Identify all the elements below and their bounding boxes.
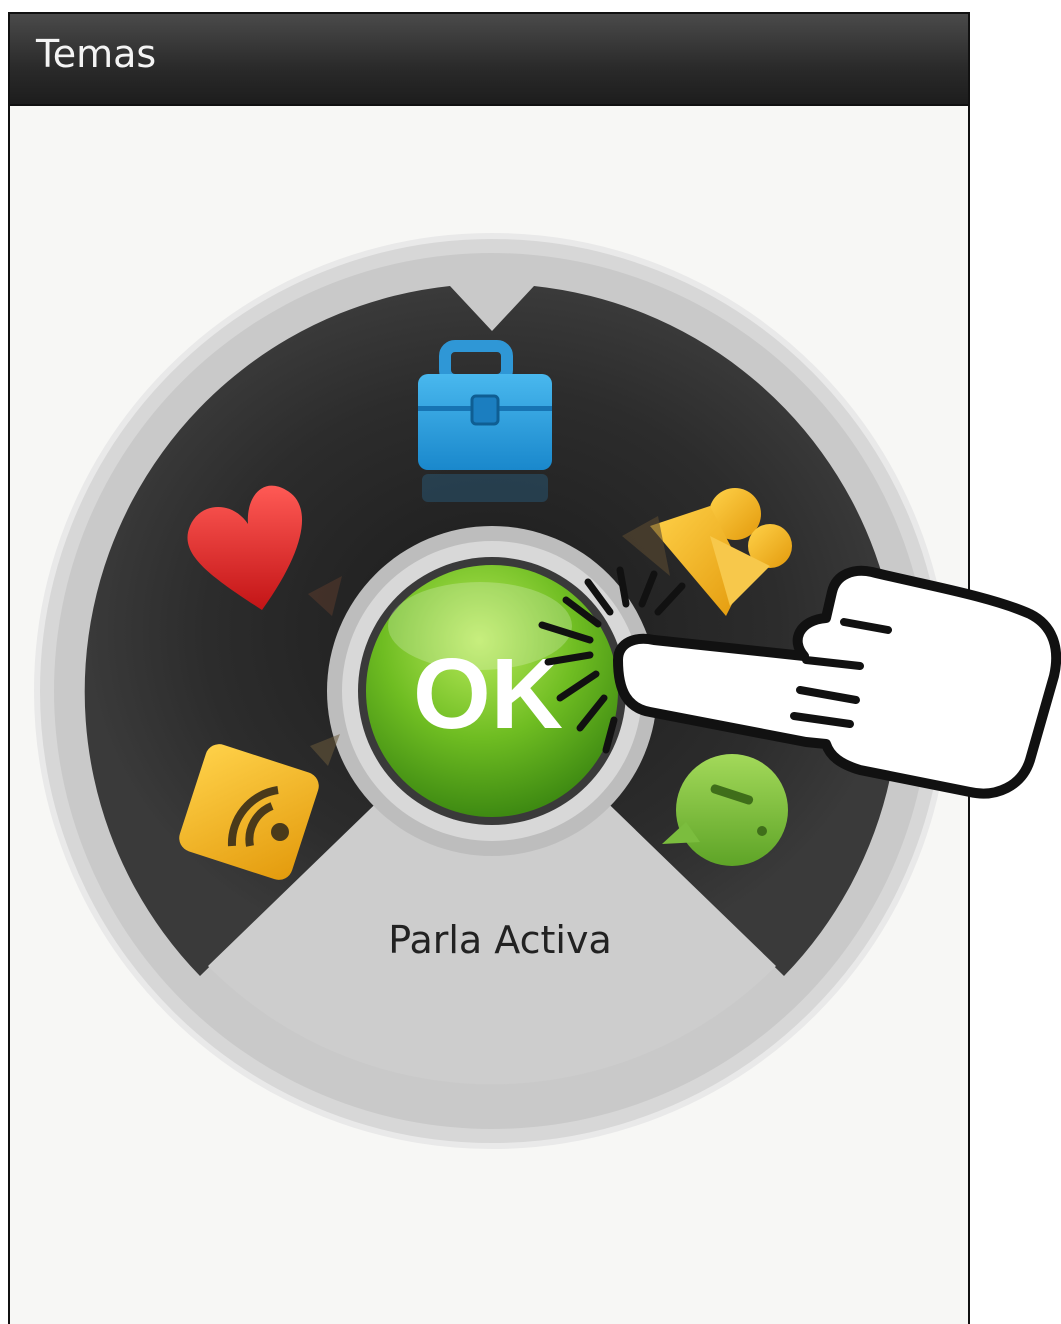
theme-wheel: OK (34, 233, 950, 1149)
device-frame: Temas OK Parla Activa (8, 12, 970, 1324)
app-title: Temas (36, 32, 157, 76)
action-bar: Temas (10, 14, 968, 106)
ok-button[interactable]: OK (366, 565, 618, 817)
wheel-area: OK Parla Activa (10, 106, 968, 1324)
selected-theme-label: Parla Activa (388, 918, 612, 962)
ok-button-label: OK (413, 638, 563, 750)
